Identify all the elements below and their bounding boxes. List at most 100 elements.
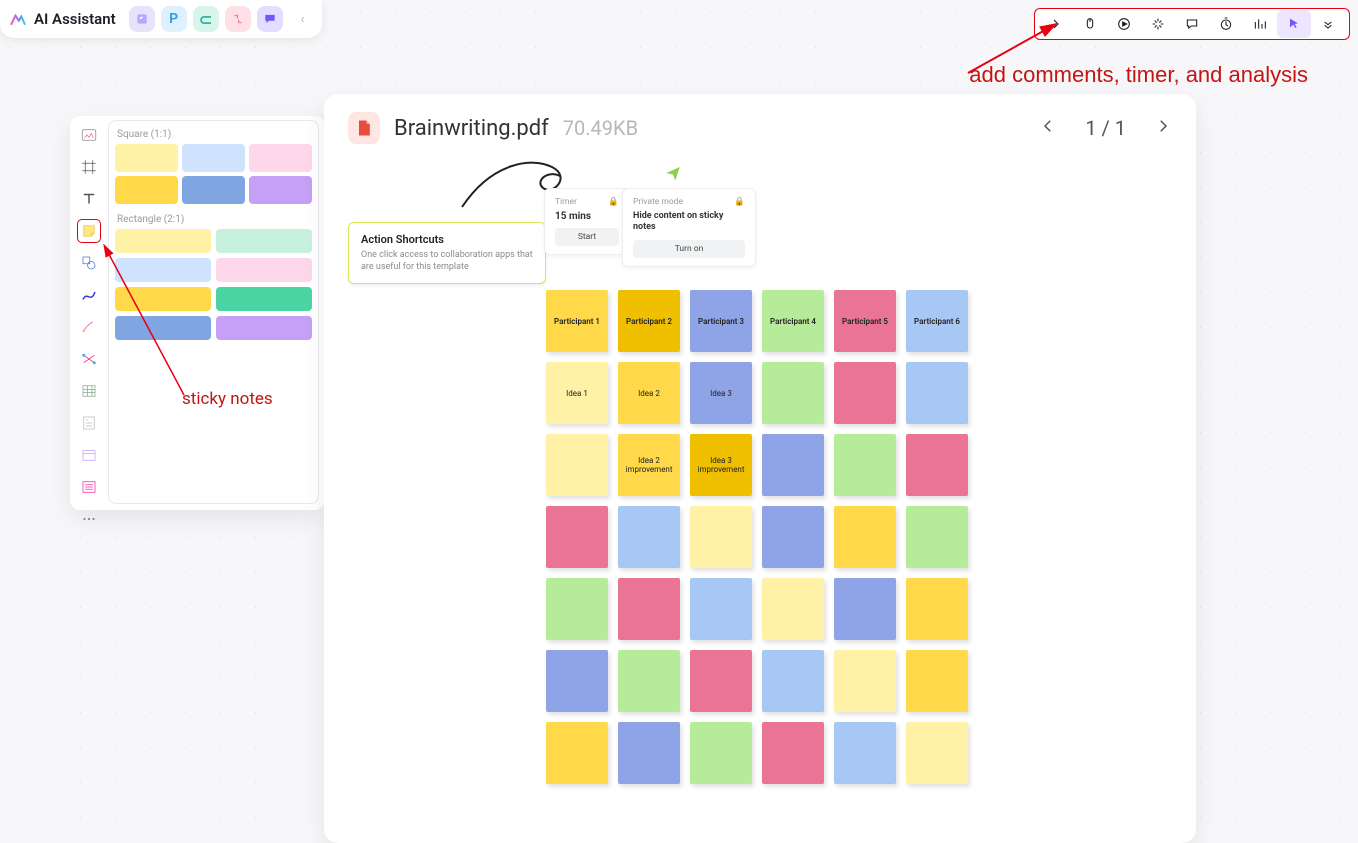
tool-route-button[interactable] <box>225 6 251 32</box>
sticky-note[interactable] <box>834 434 896 496</box>
timer-start-button[interactable]: Start <box>555 228 619 246</box>
list-icon[interactable] <box>78 476 100 498</box>
analysis-icon[interactable] <box>1243 10 1277 38</box>
sticky-note[interactable] <box>690 578 752 640</box>
lock-icon: 🔒 <box>608 197 619 207</box>
palette-swatch[interactable] <box>216 316 312 340</box>
palette-swatch[interactable] <box>115 144 178 172</box>
sticky-note[interactable]: Idea 2 <box>618 362 680 424</box>
palette-swatch[interactable] <box>216 287 312 311</box>
sticky-note[interactable] <box>906 434 968 496</box>
tool-c-button[interactable]: ⊂ <box>193 6 219 32</box>
sticky-note[interactable] <box>690 722 752 784</box>
curve-icon[interactable] <box>78 284 100 306</box>
play-icon[interactable] <box>1107 10 1141 38</box>
palette-swatch[interactable] <box>216 229 312 253</box>
table-icon[interactable] <box>78 380 100 402</box>
right-toolbar <box>1034 8 1350 40</box>
cursor-tool-icon[interactable] <box>1277 10 1311 38</box>
sticky-note[interactable] <box>690 650 752 712</box>
annotation-left-label: sticky notes <box>182 389 273 409</box>
sticky-note[interactable] <box>906 650 968 712</box>
document-pager: 1 / 1 <box>1039 116 1172 140</box>
page-indicator: 1 / 1 <box>1085 116 1126 140</box>
text-icon[interactable] <box>78 188 100 210</box>
sticky-note[interactable]: Idea 1 <box>546 362 608 424</box>
sticky-note[interactable] <box>546 650 608 712</box>
sticky-note[interactable] <box>834 650 896 712</box>
sticky-note[interactable] <box>618 650 680 712</box>
sticky-note[interactable]: Idea 3 <box>690 362 752 424</box>
brush-icon[interactable] <box>78 316 100 338</box>
palette-swatch[interactable] <box>216 258 312 282</box>
sticky-notes-grid: Participant 1Participant 2Participant 3P… <box>546 290 968 784</box>
collapse-left-icon[interactable]: ‹ <box>294 12 312 27</box>
sticky-note[interactable] <box>906 722 968 784</box>
document-panel: Brainwriting.pdf 70.49KB 1 / 1 Action Sh… <box>324 94 1196 843</box>
palette-swatch[interactable] <box>182 176 245 204</box>
calendar-icon[interactable] <box>78 444 100 466</box>
sticky-note[interactable] <box>546 578 608 640</box>
frame-icon[interactable] <box>78 156 100 178</box>
palette-swatch[interactable] <box>182 144 245 172</box>
sticky-note[interactable] <box>690 506 752 568</box>
text-file-icon[interactable] <box>78 412 100 434</box>
image-insert-icon[interactable] <box>78 124 100 146</box>
timer-icon[interactable] <box>1209 10 1243 38</box>
timer-value: 15 mins <box>555 211 619 222</box>
sticky-note[interactable]: Idea 3 improvement <box>690 434 752 496</box>
tool-p-button[interactable]: P <box>161 6 187 32</box>
sticky-note-icon[interactable] <box>78 220 100 242</box>
tool-image-button[interactable] <box>129 6 155 32</box>
sticky-note[interactable]: Participant 1 <box>546 290 608 352</box>
document-canvas: Action Shortcuts One click access to col… <box>324 150 1196 174</box>
next-page-button[interactable] <box>1154 117 1172 139</box>
sticky-note[interactable]: Idea 2 improvement <box>618 434 680 496</box>
sticky-note[interactable] <box>906 362 968 424</box>
pdf-file-icon <box>348 112 380 144</box>
document-size: 70.49KB <box>563 116 638 140</box>
sticky-note[interactable] <box>834 722 896 784</box>
sticky-note[interactable] <box>906 578 968 640</box>
more-down-icon[interactable] <box>1311 10 1345 38</box>
sparkle-icon[interactable] <box>1141 10 1175 38</box>
sticky-note[interactable] <box>546 506 608 568</box>
sticky-note[interactable] <box>762 578 824 640</box>
sticky-note[interactable]: Participant 6 <box>906 290 968 352</box>
sticky-note[interactable] <box>546 434 608 496</box>
palette-swatch[interactable] <box>115 176 178 204</box>
private-turnon-button[interactable]: Turn on <box>633 240 745 258</box>
palette-swatch[interactable] <box>249 176 312 204</box>
sticky-note[interactable] <box>762 434 824 496</box>
sticky-note[interactable] <box>762 650 824 712</box>
palette-square-grid <box>115 144 312 204</box>
sticky-note[interactable] <box>834 506 896 568</box>
more-icon[interactable] <box>78 508 100 530</box>
sticky-note[interactable] <box>546 722 608 784</box>
sticky-note[interactable]: Participant 4 <box>762 290 824 352</box>
sticky-note[interactable]: Participant 5 <box>834 290 896 352</box>
annotation-right-label: add comments, timer, and analysis <box>969 62 1308 88</box>
annotation-arrow-left <box>99 240 189 400</box>
sticky-note[interactable]: Participant 2 <box>618 290 680 352</box>
sticky-note[interactable] <box>762 722 824 784</box>
chat-icon[interactable] <box>1175 10 1209 38</box>
sticky-note[interactable] <box>618 722 680 784</box>
tool-comment-button[interactable] <box>257 6 283 32</box>
private-card-value: Hide content on sticky notes <box>633 211 745 234</box>
sticky-note[interactable] <box>834 362 896 424</box>
prev-page-button[interactable] <box>1039 117 1057 139</box>
sticky-note[interactable]: Participant 3 <box>690 290 752 352</box>
sticky-note[interactable] <box>906 506 968 568</box>
sticky-note[interactable] <box>618 506 680 568</box>
paper-plane-icon <box>664 164 682 182</box>
connection-icon[interactable] <box>78 348 100 370</box>
sticky-note[interactable] <box>762 362 824 424</box>
palette-square-label: Square (1:1) <box>117 129 310 140</box>
mouse-icon[interactable] <box>1073 10 1107 38</box>
sticky-note[interactable] <box>762 506 824 568</box>
sticky-note[interactable] <box>618 578 680 640</box>
shape-icon[interactable] <box>78 252 100 274</box>
sticky-note[interactable] <box>834 578 896 640</box>
palette-swatch[interactable] <box>249 144 312 172</box>
